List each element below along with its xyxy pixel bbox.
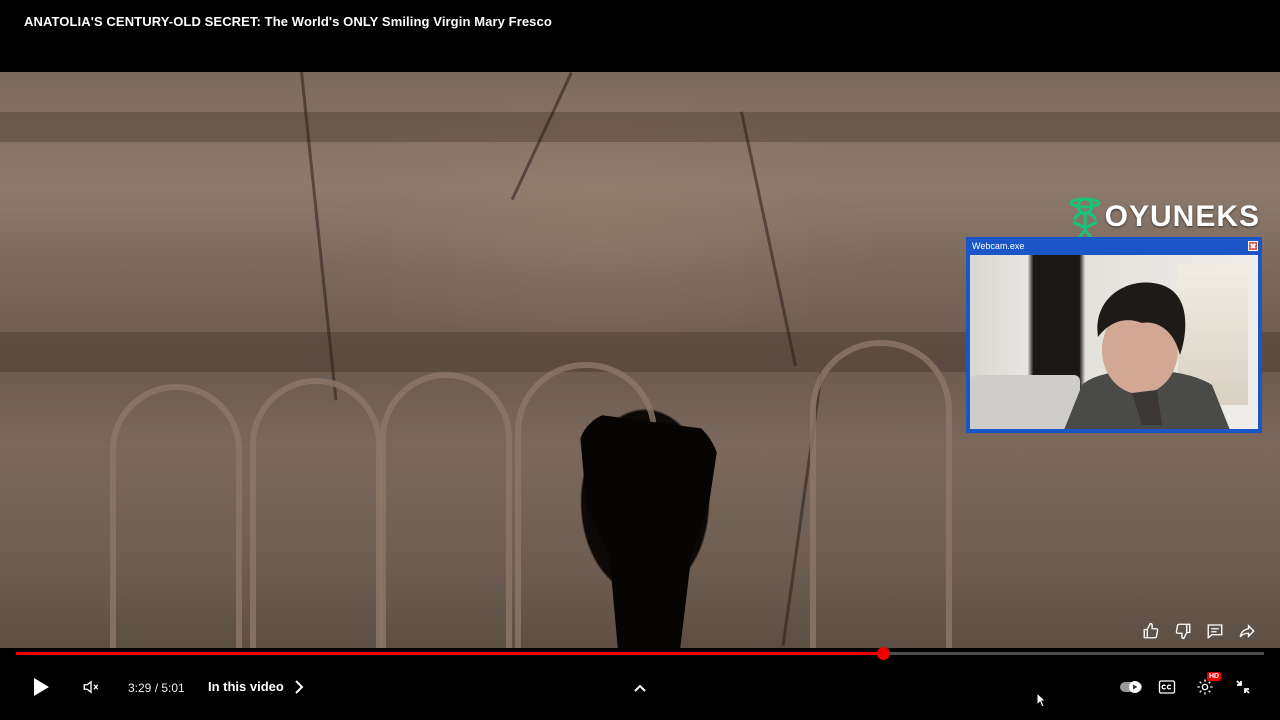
mute-button[interactable] <box>80 676 102 698</box>
play-button[interactable] <box>28 674 54 700</box>
engagement-actions <box>1140 620 1258 642</box>
chapter-button[interactable]: In this video <box>208 679 304 694</box>
play-icon <box>34 678 49 696</box>
close-icon[interactable] <box>1248 241 1258 251</box>
captions-button[interactable] <box>1156 676 1178 698</box>
carved-arch <box>380 372 512 648</box>
hd-badge: HD <box>1207 672 1222 681</box>
settings-button[interactable]: HD <box>1194 672 1222 698</box>
progress-scrubber[interactable] <box>877 647 891 660</box>
duration: 5:01 <box>161 681 185 695</box>
mouse-cursor-icon <box>1036 692 1046 708</box>
webcam-window[interactable]: Webcam.exe <box>966 237 1262 433</box>
webcam-feed <box>970 255 1258 429</box>
carved-arch <box>110 384 242 648</box>
mascot-logo-icon <box>1069 197 1101 241</box>
progress-played <box>16 652 884 655</box>
video-progress-bar[interactable] <box>16 647 1264 660</box>
chapter-label: In this video <box>208 679 284 694</box>
chevron-up-icon <box>634 684 646 692</box>
expand-panel-button[interactable] <box>630 678 650 698</box>
carved-arch <box>810 340 952 648</box>
comment-icon[interactable] <box>1204 620 1226 642</box>
time-display: 3:29 / 5:01 <box>128 681 185 695</box>
streamer-person <box>1064 282 1230 429</box>
thumbs-down-icon[interactable] <box>1172 620 1194 642</box>
stone-band <box>0 112 1280 142</box>
chevron-right-icon <box>295 679 304 694</box>
share-icon[interactable] <box>1236 620 1258 642</box>
rock-crack <box>740 111 797 367</box>
current-time: 3:29 <box>128 681 152 695</box>
channel-brand-overlay: OYUNEKS <box>1067 192 1260 242</box>
exit-fullscreen-button[interactable] <box>1232 676 1254 698</box>
brand-wordmark: OYUNEKS <box>1104 200 1260 233</box>
captions-icon <box>1158 680 1176 694</box>
autoplay-toggle[interactable] <box>1118 676 1144 698</box>
thumbs-up-icon[interactable] <box>1140 620 1162 642</box>
player-controls: 3:29 / 5:01 In this video HD <box>0 660 1280 716</box>
volume-muted-icon <box>83 680 99 694</box>
carved-arch <box>250 378 382 648</box>
video-title: ANATOLIA'S CENTURY-OLD SECRET: The World… <box>24 14 552 29</box>
webcam-titlebar: Webcam.exe <box>968 239 1260 253</box>
exit-fullscreen-icon <box>1236 680 1250 694</box>
webcam-window-title: Webcam.exe <box>972 241 1025 251</box>
autoplay-toggle-icon <box>1120 681 1142 693</box>
time-separator: / <box>151 681 162 695</box>
